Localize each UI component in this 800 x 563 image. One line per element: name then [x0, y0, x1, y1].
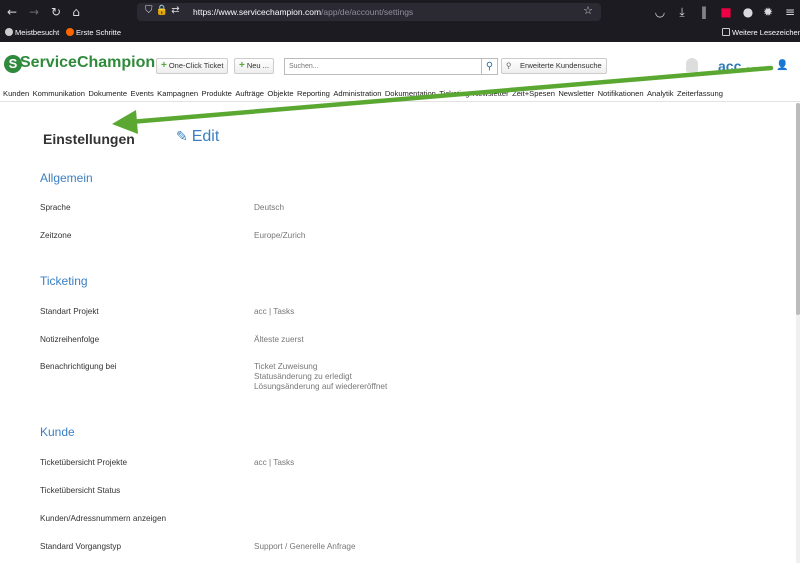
- home-icon[interactable]: ⌂: [68, 4, 84, 20]
- app-header: S ServiceChampion + One-Click Ticket + Neu…: [0, 42, 800, 86]
- extensions-icon[interactable]: ✹: [760, 4, 776, 20]
- bookmark-getting-started[interactable]: Erste Schritte: [66, 28, 121, 37]
- back-icon[interactable]: ←: [4, 4, 20, 20]
- label-kundennummern-anzeigen: Kunden/Adressnummern anzeigen: [40, 514, 167, 523]
- nav-item-events[interactable]: Events: [131, 86, 154, 98]
- search-icon: ⚲: [506, 61, 512, 70]
- account-icon[interactable]: ●: [740, 4, 756, 20]
- edit-icon: ✎: [176, 129, 188, 145]
- user-icon[interactable]: 👤: [776, 60, 788, 71]
- nav-item-newsletter[interactable]: Newsletter: [473, 86, 509, 98]
- nav-item-ticketing[interactable]: Ticketing: [439, 86, 469, 98]
- search-input[interactable]: [285, 59, 481, 74]
- extension-icon[interactable]: ■: [718, 4, 734, 20]
- library-icon[interactable]: ‖: [696, 4, 712, 20]
- section-title-allgemein: Allgemein: [40, 171, 93, 185]
- label-ticketuebersicht-projekte: Ticketübersicht Projekte: [40, 458, 128, 467]
- firefox-icon: [66, 28, 74, 36]
- nav-item-dokumentation[interactable]: Dokumentation: [385, 86, 436, 98]
- browser-chrome: ← → ↻ ⌂ ⛉ 🔒 ⇄ https://www.servicechampio…: [0, 0, 800, 42]
- value-standart-projekt: acc | Tasks: [254, 307, 295, 316]
- value-line: Ticket Zuweisung: [254, 362, 318, 371]
- page-scrollbar[interactable]: [796, 103, 800, 563]
- label-standart-projekt: Standart Projekt: [40, 307, 99, 316]
- new-button[interactable]: + Neu ...: [234, 58, 274, 74]
- nav-item-produkte[interactable]: Produkte: [202, 86, 232, 98]
- bell-icon[interactable]: [686, 58, 698, 72]
- download-icon[interactable]: ⤓: [674, 4, 690, 20]
- nav-item-administration[interactable]: Administration: [333, 86, 381, 98]
- url-text[interactable]: https://www.servicechampion.com/app/de/a…: [193, 7, 413, 17]
- folder-icon: [722, 28, 730, 36]
- value-sprache: Deutsch: [254, 203, 285, 212]
- label-ticketuebersicht-status: Ticketübersicht Status: [40, 486, 121, 495]
- extended-customer-search-button[interactable]: ⚲ Erweiterte Kundensuche: [501, 58, 607, 74]
- nav-item-kommunikation[interactable]: Kommunikation: [33, 86, 85, 98]
- reload-icon[interactable]: ↻: [48, 4, 64, 20]
- edit-button[interactable]: ✎ Edit: [176, 128, 219, 146]
- label-zeitzone: Zeitzone: [40, 231, 72, 240]
- nav-item-auftraege[interactable]: Aufträge: [235, 86, 264, 98]
- nav-item-objekte[interactable]: Objekte: [267, 86, 293, 98]
- forward-icon[interactable]: →: [26, 4, 42, 20]
- value-line: Lösungsänderung auf wiedereröffnet: [254, 382, 388, 391]
- browser-toolbar: ← → ↻ ⌂ ⛉ 🔒 ⇄ https://www.servicechampio…: [0, 0, 800, 24]
- security-icons: ⛉ 🔒 ⇄: [145, 5, 180, 16]
- bookmarks-bar: Meistbesucht Erste Schritte Weitere Lese…: [0, 24, 800, 42]
- search-box: ⚲: [284, 58, 498, 75]
- scrollbar-thumb[interactable]: [796, 103, 800, 315]
- plus-icon: +: [239, 60, 245, 71]
- value-zeitzone: Europe/Zurich: [254, 231, 306, 240]
- nav-item-notifikationen[interactable]: Notifikationen: [598, 86, 644, 98]
- bookmark-star-icon[interactable]: ☆: [583, 4, 593, 17]
- nav-item-newsletter-2[interactable]: Newsletter: [558, 86, 594, 98]
- other-bookmarks[interactable]: Weitere Lesezeichen: [722, 28, 800, 37]
- section-title-ticketing: Ticketing: [40, 274, 88, 288]
- label-notizreihenfolge: Notizreihenfolge: [40, 335, 100, 344]
- label-sprache: Sprache: [40, 203, 71, 212]
- value-benachrichtigung: Ticket Zuweisung Statusänderung zu erled…: [254, 362, 387, 392]
- search-icon[interactable]: ⚲: [481, 59, 497, 74]
- value-ticketuebersicht-projekte: acc | Tasks: [254, 458, 295, 467]
- section-title-kunde: Kunde: [40, 425, 75, 439]
- nav-item-analytik[interactable]: Analytik: [647, 86, 674, 98]
- one-click-ticket-button[interactable]: + One-Click Ticket: [156, 58, 229, 74]
- bookmark-most-visited[interactable]: Meistbesucht: [5, 28, 59, 37]
- url-bar[interactable]: ⛉ 🔒 ⇄ https://www.servicechampion.com/ap…: [137, 3, 601, 21]
- pocket-icon[interactable]: ◡: [652, 4, 668, 20]
- label-standard-vorgangstyp: Standard Vorgangstyp: [40, 542, 122, 551]
- settings-content: Einstellungen ✎ Edit Allgemein Sprache De…: [0, 103, 796, 563]
- nav-item-reporting[interactable]: Reporting: [297, 86, 330, 98]
- label-benachrichtigung: Benachrichtigung bei: [40, 362, 117, 371]
- nav-item-zeiterfassung[interactable]: Zeiterfassung: [677, 86, 723, 98]
- value-standard-vorgangstyp: Support / Generelle Anfrage: [254, 542, 356, 551]
- gear-icon: [5, 28, 13, 36]
- nav-item-kampagnen[interactable]: Kampagnen: [157, 86, 198, 98]
- menu-icon[interactable]: ≡: [782, 4, 798, 20]
- page-title: Einstellungen: [43, 131, 135, 147]
- value-line: Statusänderung zu erledigt: [254, 372, 352, 381]
- value-notizreihenfolge: Älteste zuerst: [254, 335, 304, 344]
- nav-item-dokumente[interactable]: Dokumente: [88, 86, 127, 98]
- acc-solutions-logo: accsolutions: [718, 58, 764, 74]
- nav-item-zeit-spesen[interactable]: Zeit+Spesen: [512, 86, 555, 98]
- logo-text: ServiceChampion: [20, 54, 156, 71]
- plus-icon: +: [161, 60, 167, 71]
- nav-item-kunden[interactable]: Kunden: [3, 86, 29, 98]
- main-navigation: Kunden Kommunikation Dokumente Events Kampag…: [0, 86, 800, 102]
